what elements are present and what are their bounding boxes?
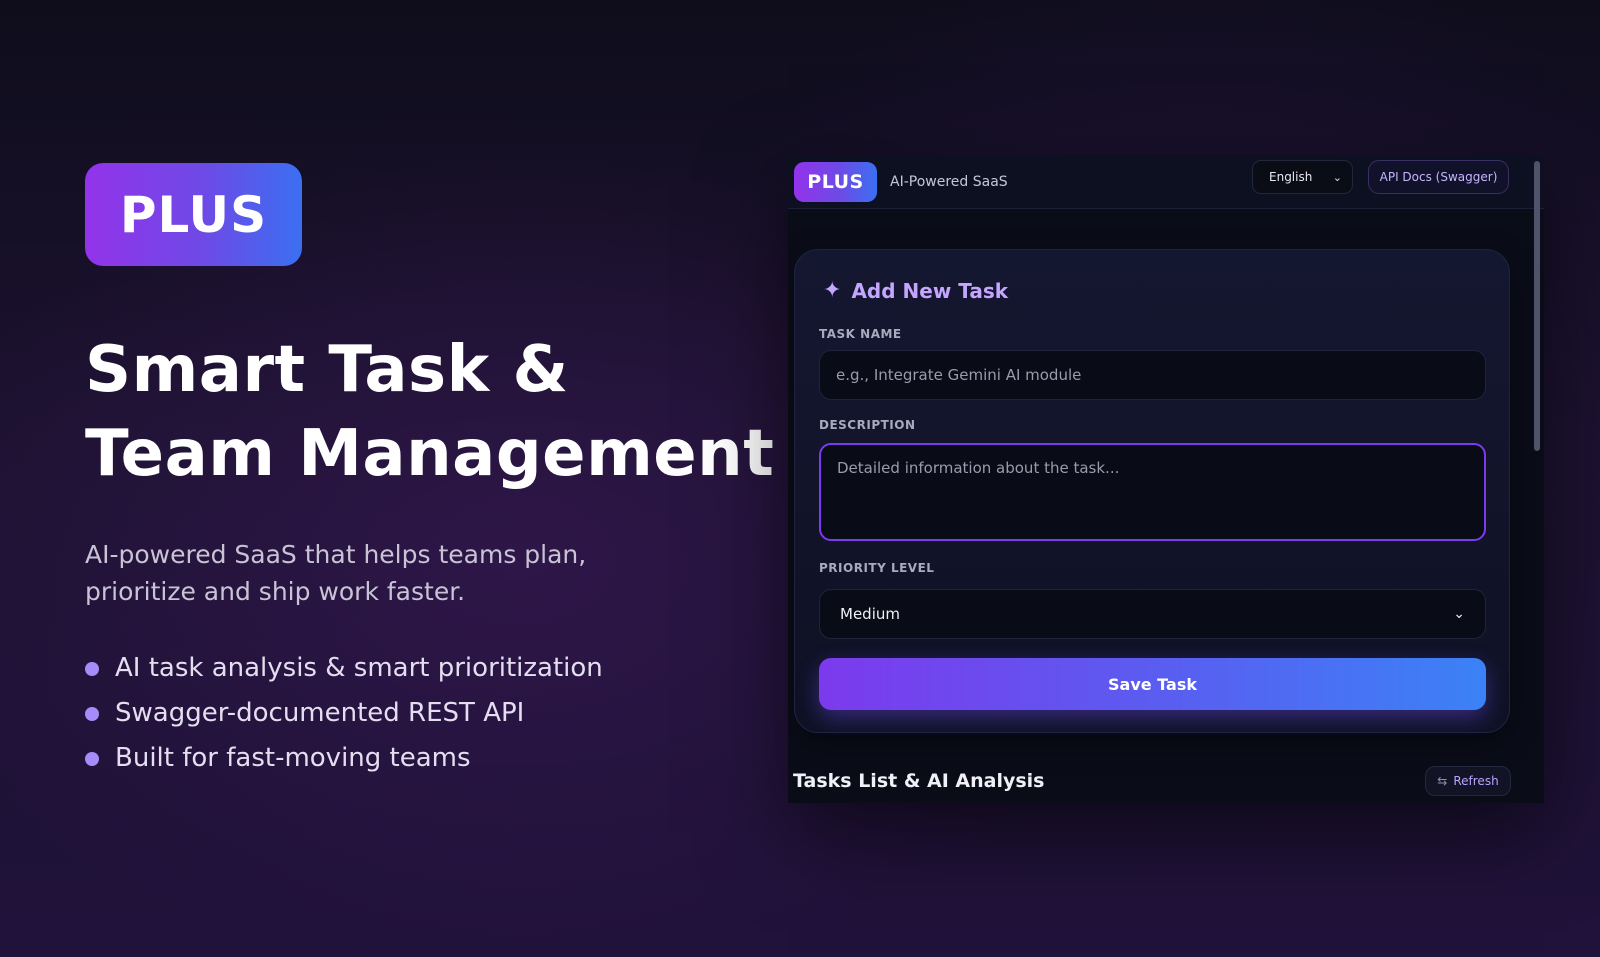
description-textarea[interactable] xyxy=(819,443,1486,541)
card-title-text: Add New Task xyxy=(851,278,1009,303)
add-task-card: ✦ Add New Task TASK NAME DESCRIPTION PRI… xyxy=(794,249,1510,733)
feature-text: Swagger-documented REST API xyxy=(115,698,525,728)
tasks-section-title: Tasks List & AI Analysis xyxy=(793,770,1045,792)
task-name-label: TASK NAME xyxy=(819,327,902,341)
feature-item: Built for fast-moving teams xyxy=(85,736,785,781)
feature-item: Swagger-documented REST API xyxy=(85,691,785,736)
priority-label: PRIORITY LEVEL xyxy=(819,561,935,575)
bullet-icon xyxy=(85,751,99,766)
feature-item: AI task analysis & smart prioritization xyxy=(85,646,785,691)
bullet-icon xyxy=(85,661,99,676)
hero-section: PLUS Smart Task & Team Management AI-pow… xyxy=(85,163,785,781)
save-task-button[interactable]: Save Task xyxy=(819,658,1486,710)
language-select[interactable]: English ⌄ xyxy=(1252,160,1353,194)
feature-text: Built for fast-moving teams xyxy=(115,743,471,773)
card-title: ✦ Add New Task xyxy=(823,278,1008,303)
hero-title: Smart Task & Team Management xyxy=(85,328,785,496)
refresh-button[interactable]: ⇆ Refresh xyxy=(1425,766,1511,796)
language-value: English xyxy=(1269,170,1313,184)
feature-text: AI task analysis & smart prioritization xyxy=(115,653,603,683)
hero-title-line-2: Team Management xyxy=(85,417,775,491)
app-logo[interactable]: PLUS xyxy=(794,161,877,202)
hero-subtitle: AI-powered SaaS that helps teams plan, p… xyxy=(85,540,587,606)
sparkle-icon: ✦ xyxy=(823,278,842,303)
hero-title-line-1: Smart Task & xyxy=(85,333,569,407)
app-preview-window: PLUS AI-Powered SaaS English ⌄ API Docs … xyxy=(788,155,1544,803)
description-label: DESCRIPTION xyxy=(819,418,916,432)
scrollbar-thumb[interactable] xyxy=(1534,161,1540,451)
app-header: PLUS AI-Powered SaaS English ⌄ API Docs … xyxy=(788,155,1544,209)
hero-logo: PLUS xyxy=(85,163,302,266)
priority-value: Medium xyxy=(840,605,900,623)
refresh-icon: ⇆ xyxy=(1437,774,1448,788)
feature-list: AI task analysis & smart prioritization … xyxy=(85,646,785,781)
chevron-down-icon: ⌄ xyxy=(1453,606,1465,622)
priority-select[interactable]: Medium ⌄ xyxy=(819,589,1486,639)
api-docs-button[interactable]: API Docs (Swagger) xyxy=(1368,160,1509,194)
refresh-label: Refresh xyxy=(1453,774,1499,788)
task-name-input[interactable] xyxy=(819,350,1486,400)
chevron-down-icon: ⌄ xyxy=(1332,170,1342,184)
app-tagline: AI-Powered SaaS xyxy=(890,173,1008,190)
bullet-icon xyxy=(85,706,99,721)
